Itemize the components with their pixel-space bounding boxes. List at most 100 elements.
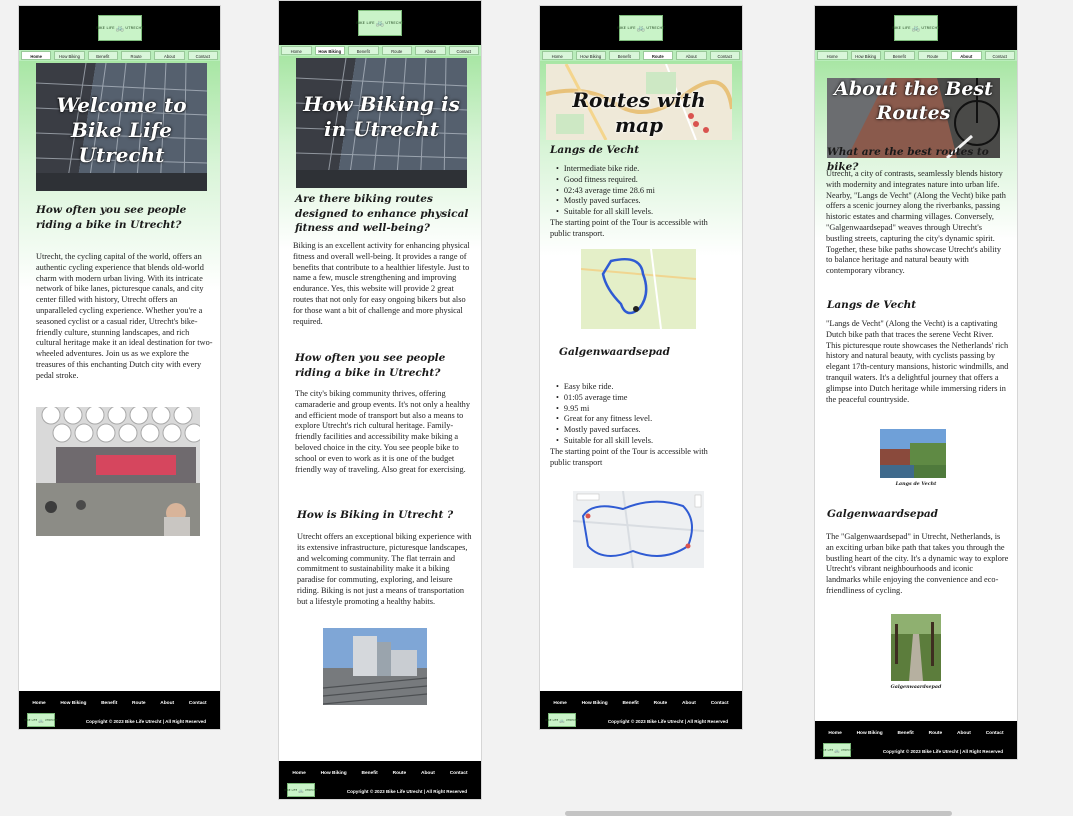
intro-paragraph: Utrecht, the cycling capital of the worl…	[36, 252, 213, 380]
route1-detail: 02:43 average time 28.6 mi	[556, 186, 736, 197]
site-logo[interactable]: BIKE LIFE 🚲 UTRECHT	[617, 15, 665, 41]
nav-about[interactable]: About	[951, 51, 982, 60]
route2-details: Easy bike ride. 01:05 average time 9.95 …	[556, 382, 736, 447]
footer-link-about[interactable]: About	[421, 771, 435, 776]
footer-link-home[interactable]: Home	[292, 771, 305, 776]
bicycle-icon: 🚲	[115, 23, 125, 32]
bicycle-icon: 🚲	[38, 717, 44, 723]
footer-logo[interactable]: BIKE LIFE 🚲 UTRECHT	[24, 713, 57, 727]
footer-link-about[interactable]: About	[160, 701, 174, 706]
section-heading-galgen: Galgenwaardsepad	[827, 508, 939, 520]
route2-detail: Easy bike ride.	[556, 382, 736, 393]
langs-caption: Langs de Vecht	[895, 481, 937, 487]
site-header: BIKE LIFE 🚲 UTRECHT	[815, 6, 1017, 50]
site-logo[interactable]: BIKE LIFE 🚲 UTRECHT	[356, 10, 404, 36]
nav-contact[interactable]: Contact	[187, 51, 218, 60]
bicycle-icon: 🚲	[636, 23, 646, 32]
bicycle-icon: 🚲	[298, 787, 304, 793]
nav-home[interactable]: Home	[21, 51, 52, 60]
hero-title: Welcome to Bike Life Utrecht	[56, 93, 187, 167]
route1-title: Langs de Vecht	[550, 144, 640, 156]
site-header: BIKE LIFE 🚲 UTRECHT	[19, 6, 220, 50]
nav-home[interactable]: Home	[817, 51, 848, 60]
nav-contact[interactable]: Contact	[984, 51, 1015, 60]
route1-note: The starting point of the Tour is access…	[550, 218, 708, 238]
footer-link-benefit[interactable]: Benefit	[101, 701, 117, 706]
fitness-paragraph: Biking is an excellent activity for enha…	[293, 241, 470, 326]
footer-links: Home How Biking Benefit Route About Cont…	[821, 731, 1011, 736]
nav-route[interactable]: Route	[120, 51, 152, 60]
nav-how-biking[interactable]: How Biking	[850, 51, 881, 60]
footer-link-route[interactable]: Route	[393, 771, 407, 776]
section-heading-biking: How is Biking in Utrecht ?	[297, 509, 454, 521]
nav-route[interactable]: Route	[381, 46, 412, 55]
nav-how-biking[interactable]: How Biking	[575, 51, 606, 60]
nav-benefit[interactable]: Benefit	[609, 51, 640, 60]
horizontal-scrollbar[interactable]	[565, 811, 952, 816]
site-logo[interactable]: BIKE LIFE 🚲 UTRECHT	[892, 15, 940, 41]
footer-link-how-biking[interactable]: How Biking	[321, 771, 347, 776]
footer-logo[interactable]: BIKE LIFE 🚲 UTRECHT	[545, 713, 578, 727]
section-heading-langs: Langs de Vecht	[827, 299, 917, 311]
nav-route[interactable]: Route	[642, 51, 673, 60]
site-footer: Home How Biking Benefit Route About Cont…	[279, 761, 481, 799]
nav-home[interactable]: Home	[281, 46, 312, 55]
site-header: BIKE LIFE 🚲 UTRECHT	[279, 1, 481, 45]
nav-bar: Home How Biking Benefit Route About Cont…	[540, 50, 742, 61]
nav-about[interactable]: About	[415, 46, 446, 55]
footer-link-how-biking[interactable]: How Biking	[60, 701, 86, 706]
footer-link-contact[interactable]: Contact	[711, 701, 729, 706]
footer-link-route[interactable]: Route	[654, 701, 668, 706]
hero-map-image: Routes with map	[546, 64, 732, 140]
copyright-text: Copyright © 2023 Bike Life Utrecht | All…	[607, 719, 728, 724]
routes-page-preview: BIKE LIFE 🚲 UTRECHT Home How Biking Bene…	[539, 5, 743, 730]
footer-link-route[interactable]: Route	[132, 701, 146, 706]
footer-link-how-biking[interactable]: How Biking	[857, 731, 883, 736]
footer-link-contact[interactable]: Contact	[450, 771, 468, 776]
footer-link-benefit[interactable]: Benefit	[623, 701, 639, 706]
footer-link-home[interactable]: Home	[32, 701, 45, 706]
route2-detail: Great for any fitness level.	[556, 414, 736, 425]
nav-how-biking[interactable]: How Biking	[314, 46, 345, 55]
site-footer: Home How Biking Benefit Route About Cont…	[540, 691, 742, 729]
footer-link-route[interactable]: Route	[929, 731, 943, 736]
biking-paragraph: Utrecht offers an exceptional biking exp…	[297, 532, 472, 606]
section-heading: How often you see people riding a bike i…	[36, 204, 187, 231]
nav-benefit[interactable]: Benefit	[348, 46, 379, 55]
nav-about[interactable]: About	[154, 51, 185, 60]
station-image	[36, 407, 200, 536]
nav-benefit[interactable]: Benefit	[884, 51, 915, 60]
footer-link-benefit[interactable]: Benefit	[898, 731, 914, 736]
footer-link-benefit[interactable]: Benefit	[362, 771, 378, 776]
footer-link-home[interactable]: Home	[828, 731, 841, 736]
copyright-text: Copyright © 2023 Bike Life Utrecht | All…	[346, 789, 467, 794]
nav-how-biking[interactable]: How Biking	[54, 51, 85, 60]
site-header: BIKE LIFE 🚲 UTRECHT	[540, 6, 742, 50]
footer-links: Home How Biking Benefit Route About Cont…	[546, 701, 736, 706]
nav-contact[interactable]: Contact	[709, 51, 740, 60]
hero-title: About the Best Routes	[834, 78, 993, 124]
footer-link-home[interactable]: Home	[553, 701, 566, 706]
site-footer: Home How Biking Benefit Route About Cont…	[815, 721, 1017, 759]
site-logo[interactable]: BIKE LIFE 🚲 UTRECHT	[96, 15, 144, 41]
langs-paragraph: "Langs de Vecht" (Along the Vecht) is a …	[826, 319, 1009, 404]
footer-link-about[interactable]: About	[957, 731, 971, 736]
footer-link-about[interactable]: About	[682, 701, 696, 706]
footer-logo[interactable]: BIKE LIFE 🚲 UTRECHT	[284, 783, 317, 797]
route2-map[interactable]	[573, 491, 704, 568]
nav-benefit[interactable]: Benefit	[87, 51, 118, 60]
galgen-paragraph: The "Galgenwaardsepad" in Utrecht, Nethe…	[826, 532, 1009, 595]
nav-home[interactable]: Home	[542, 51, 573, 60]
footer-link-contact[interactable]: Contact	[189, 701, 207, 706]
nav-bar: Home How Biking Benefit Route About Cont…	[815, 50, 1017, 61]
footer-logo[interactable]: BIKE LIFE 🚲 UTRECHT	[820, 743, 853, 757]
nav-about[interactable]: About	[676, 51, 707, 60]
route1-map[interactable]	[581, 249, 696, 329]
footer-link-how-biking[interactable]: How Biking	[582, 701, 608, 706]
nav-contact[interactable]: Contact	[448, 46, 479, 55]
route2-detail: Suitable for all skill levels.	[556, 436, 736, 447]
route2-detail: 01:05 average time	[556, 393, 736, 404]
best-routes-paragraph: Utrecht, a city of contrasts, seamlessly…	[826, 169, 1006, 276]
footer-link-contact[interactable]: Contact	[986, 731, 1004, 736]
nav-route[interactable]: Route	[917, 51, 948, 60]
